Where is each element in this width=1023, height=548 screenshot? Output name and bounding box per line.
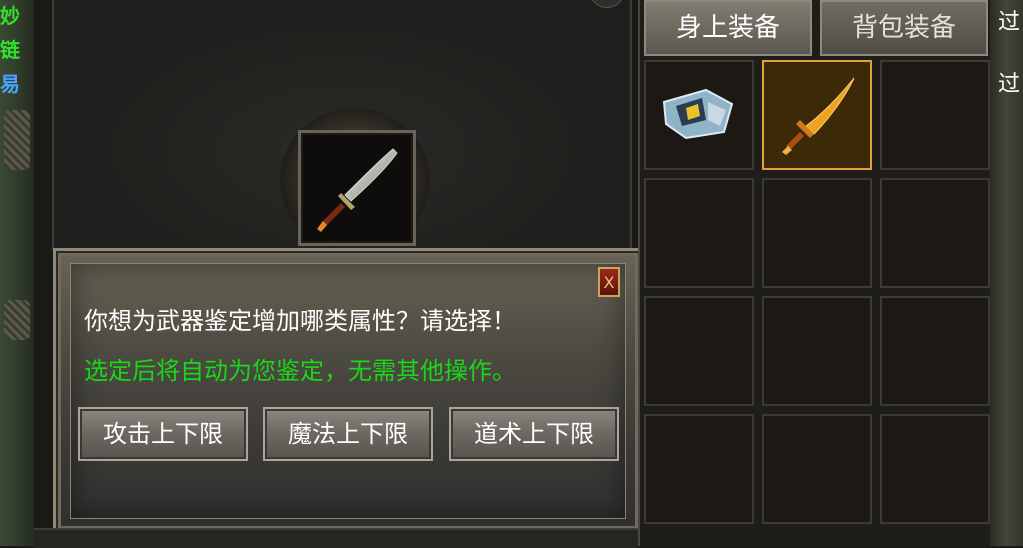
equipment-slot-empty[interactable]	[880, 296, 990, 406]
dialog-hint: 选定后将自动为您鉴定，无需其他操作。	[84, 357, 516, 385]
tab-bag-equipment[interactable]: 背包装备	[820, 0, 988, 56]
dialog-question: 你想为武器鉴定增加哪类属性？请选择！	[84, 307, 516, 335]
right-edge-label-2: 过	[998, 72, 1021, 97]
left-edge-ornament	[4, 110, 30, 170]
equipment-slot-empty[interactable]	[762, 296, 872, 406]
window-bottom-edge	[34, 528, 638, 548]
golden-blade-icon	[782, 77, 855, 155]
left-edge-label-3: 易	[0, 72, 20, 96]
right-world-edge: 过 过	[990, 0, 1023, 546]
left-edge-label-1: 妙	[0, 4, 20, 28]
equipment-slot-golden-blade[interactable]	[762, 60, 872, 170]
equipment-slot-empty[interactable]	[880, 178, 990, 288]
attack-range-button[interactable]: 攻击上下限	[78, 407, 248, 461]
broadsword-icon	[317, 148, 398, 232]
equipment-slot-empty[interactable]	[880, 60, 990, 170]
close-icon: X	[603, 273, 615, 292]
equipment-slot-empty[interactable]	[644, 414, 754, 524]
equipment-panel: 身上装备 背包装备	[638, 0, 992, 546]
magic-range-button[interactable]: 魔法上下限	[263, 407, 433, 461]
equipment-slot-empty[interactable]	[762, 414, 872, 524]
equipment-slot-empty[interactable]	[644, 296, 754, 406]
left-world-edge: 妙 链 易	[0, 0, 34, 546]
tab-worn-equipment[interactable]: 身上装备	[644, 0, 812, 56]
equipment-slot-empty[interactable]	[762, 178, 872, 288]
equipment-slot-gauntlet[interactable]	[644, 60, 754, 170]
left-edge-ornament	[4, 300, 30, 340]
weapon-slot[interactable]	[298, 130, 416, 246]
right-edge-label-1: 过	[998, 10, 1021, 35]
equipment-slot-empty[interactable]	[644, 178, 754, 288]
close-button[interactable]: X	[598, 267, 620, 297]
taoism-range-button[interactable]: 道术上下限	[449, 407, 619, 461]
left-edge-label-2: 链	[0, 38, 20, 62]
equipment-slot-empty[interactable]	[880, 414, 990, 524]
gauntlet-icon	[662, 88, 734, 140]
identify-attribute-dialog: X 你想为武器鉴定增加哪类属性？请选择！ 选定后将自动为您鉴定，无需其他操作。 …	[53, 248, 643, 534]
